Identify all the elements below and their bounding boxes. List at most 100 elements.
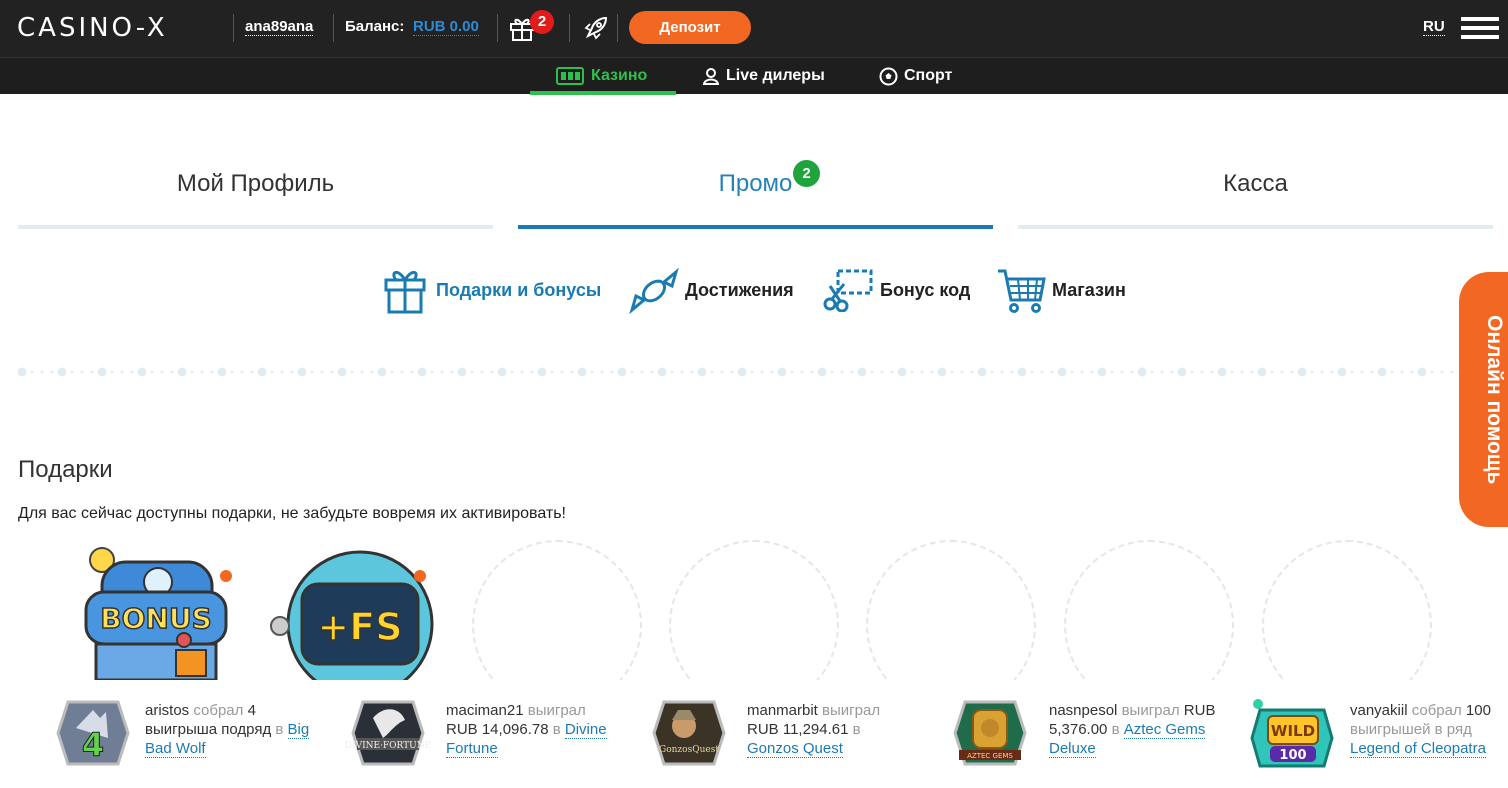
ticker-action: собрал [193,702,244,719]
divider-dot [1257,367,1267,377]
ticker-preposition: в [1111,721,1120,738]
ticker-game-link[interactable]: Deluxe [1049,740,1096,758]
ticker-game-link[interactable]: Legend of Cleopatra [1350,740,1486,758]
free-spins-tv-icon[interactable]: +FS [270,540,438,680]
divider-dot [270,370,274,374]
divider-dot [1330,370,1334,374]
divider-dot [1217,367,1227,377]
ticker-game-link[interactable]: Aztec Gems [1123,721,1206,739]
divider-dot [370,370,374,374]
nav-label: Live дилеры [726,67,825,84]
divider-dot [960,370,964,374]
ticker-action: выиграл [1121,702,1180,719]
tab-promo[interactable]: Промо [518,170,993,198]
promo-tab-achievements[interactable]: Достижения [685,280,794,301]
divider-dot [970,370,974,374]
ticker-user: manmarbit [747,702,818,719]
divider-dot [930,370,934,374]
divider-dot [950,370,954,374]
nav-sport[interactable]: Спорт [879,58,952,95]
svg-text:100: 100 [1279,748,1306,763]
divider-dot [110,370,114,374]
ticker-detail: выигрышей в ряд [1350,721,1472,738]
divine-fortune-thumb[interactable]: DIVINE·FORTUNE [343,698,433,768]
divider-dot [490,370,494,374]
bonus-machine-icon[interactable]: BONUS [72,540,240,680]
wolf-game-thumb[interactable]: 4 [48,698,138,768]
promo-tab-gifts[interactable]: Подарки и бонусы [436,280,601,301]
ticker-count: 4 [247,702,256,719]
promo-tab-shop[interactable]: Магазин [1052,280,1126,301]
divider-dot [640,370,644,374]
balance-value[interactable]: RUB 0.00 [413,19,479,36]
tab-my-profile[interactable]: Мой Профиль [18,170,493,198]
ticker-amount: 5,376.00 [1049,721,1108,738]
cart-icon[interactable] [996,268,1046,314]
tab-underline [1018,225,1493,229]
nav-casino[interactable]: Казино [556,58,647,95]
divider-dot [1190,370,1194,374]
rocket-icon[interactable] [582,14,610,42]
divider-dot [1360,370,1364,374]
free-spins-label: +FS [317,605,402,649]
divider-dot [737,367,747,377]
ticker-amount: RUB 11,294.61 [747,721,849,738]
casino-logo[interactable]: CASINO-X [17,13,168,43]
aztec-gems-thumb[interactable]: AZTEC GEMS [945,698,1035,768]
divider-dot [130,370,134,374]
username-link[interactable]: ana89ana [245,19,314,36]
divider [233,14,234,42]
gonzos-quest-thumb[interactable]: GonzosQuest [644,698,734,768]
scissors-coupon-icon[interactable] [822,268,874,312]
svg-text:GonzosQuest: GonzosQuest [659,745,719,755]
deposit-button[interactable]: Депозит [629,11,751,44]
divider-dot [990,370,994,374]
divider-dot [417,367,427,377]
ticker-count: 100 [1465,702,1491,719]
slot-machine-icon [556,67,584,85]
divider-dot [1170,370,1174,374]
dotted-divider [18,367,1458,377]
divider-dot [497,367,507,377]
divider-dot [1450,370,1454,374]
divider-dot [897,367,907,377]
ticker-user: vanyakiil [1350,702,1408,719]
divider-dot [850,370,854,374]
divider-dot [137,367,147,377]
divider-dot [410,370,414,374]
ticker-amount: RUB [1183,702,1216,719]
candy-icon[interactable] [628,266,680,316]
divider-dot [760,370,764,374]
gift-icon[interactable] [384,266,426,314]
divider-dot [770,370,774,374]
dealer-icon [702,68,720,85]
divider-dot [880,370,884,374]
divider-dot [1017,367,1027,377]
divider-dot [590,370,594,374]
divider-dot [330,370,334,374]
divider-dot [457,367,467,377]
tab-cashier[interactable]: Касса [1018,170,1493,198]
promo-tab-bonus-code[interactable]: Бонус код [880,280,970,301]
ticker-game-link[interactable]: Gonzos Quest [747,740,843,758]
bonus-label: BONUS [100,602,211,635]
ticker-user: aristos [145,702,190,719]
divider-dot [1080,370,1084,374]
divider-dot [560,370,564,374]
divider-dot [510,370,514,374]
tab-underline-active [518,225,993,229]
divider-dot [730,370,734,374]
divider-dot [790,370,794,374]
divider-dot [830,370,834,374]
soccer-ball-icon [879,67,898,86]
online-help-label: Онлайн помощь [1483,315,1506,485]
menu-icon[interactable] [1461,17,1499,39]
divider-dot [1390,370,1394,374]
divider-dot [1377,367,1387,377]
divider-dot [18,367,27,377]
wild-100-thumb[interactable]: WILD 100 [1248,698,1338,768]
nav-live-dealers[interactable]: Live дилеры [702,58,825,95]
divider-dot [470,370,474,374]
divider-dot [1417,367,1427,377]
language-selector[interactable]: RU [1423,19,1445,36]
